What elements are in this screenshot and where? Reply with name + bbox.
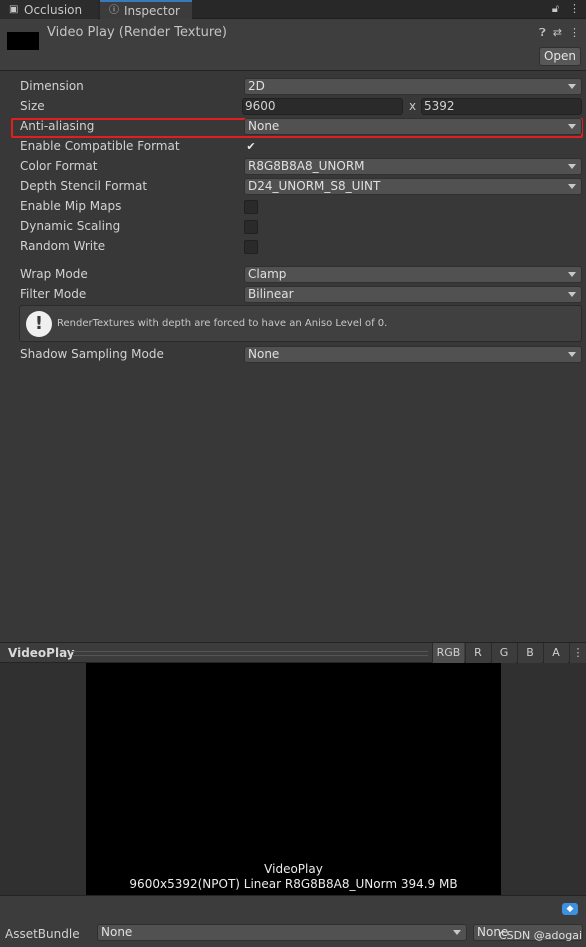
channel-rgb-button[interactable]: RGB xyxy=(432,643,464,663)
preview-menu-icon[interactable]: ⋮ xyxy=(569,643,586,663)
color-format-dropdown[interactable]: R8G8B8A8_UNORM xyxy=(244,158,582,175)
anti-aliasing-value: None xyxy=(248,119,280,133)
color-format-label: Color Format xyxy=(20,159,98,173)
dynamic-scaling-checkbox[interactable] xyxy=(244,220,258,234)
enable-mip-maps-checkbox[interactable] xyxy=(244,200,258,214)
wrap-mode-label: Wrap Mode xyxy=(20,267,88,281)
wrap-mode-dropdown[interactable]: Clamp xyxy=(244,266,582,283)
channel-a-button[interactable]: A xyxy=(543,643,568,663)
tab-occlusion[interactable]: ▣ Occlusion xyxy=(0,0,98,19)
anti-aliasing-dropdown[interactable]: None xyxy=(244,118,582,135)
random-write-label: Random Write xyxy=(20,239,106,253)
asset-bundle-bar: ◆ AssetBundle None None CSDN @adogai xyxy=(0,895,586,947)
chevron-down-icon xyxy=(568,184,576,189)
chevron-down-icon xyxy=(453,930,461,935)
preview-caption-info: 9600x5392(NPOT) Linear R8G8B8A8_UNorm 39… xyxy=(129,877,458,891)
channel-g-button[interactable]: G xyxy=(491,643,516,663)
row-enable-compatible-format: Enable Compatible Format ✔ xyxy=(0,137,586,157)
help-box: ! RenderTextures with depth are forced t… xyxy=(19,305,582,342)
kebab-menu-icon[interactable]: ⋮ xyxy=(569,26,580,40)
color-format-value: R8G8B8A8_UNORM xyxy=(248,159,365,173)
dimension-value: 2D xyxy=(248,79,265,93)
chevron-down-icon xyxy=(568,164,576,169)
channel-r-button[interactable]: R xyxy=(465,643,490,663)
tab-inspector-label: Inspector xyxy=(124,3,180,18)
tab-bar: ▣ Occlusion ⓘ Inspector 🔓︎ ⋮ xyxy=(0,0,586,19)
shadow-sampling-mode-value: None xyxy=(248,347,280,361)
random-write-checkbox[interactable] xyxy=(244,240,258,254)
asset-bundle-name-value: None xyxy=(101,925,133,939)
filter-mode-value: Bilinear xyxy=(248,287,294,301)
row-filter-mode: Filter Mode Bilinear xyxy=(0,285,586,305)
channel-b-button[interactable]: B xyxy=(517,643,542,663)
help-icon[interactable]: ❓︎ xyxy=(539,26,546,40)
asset-bundle-label: AssetBundle xyxy=(5,927,80,941)
chevron-down-icon xyxy=(568,272,576,277)
row-shadow-sampling-mode: Shadow Sampling Mode None xyxy=(0,345,586,365)
preview-title: VideoPlay xyxy=(8,646,75,660)
preview-caption-name: VideoPlay xyxy=(264,862,323,876)
depth-stencil-format-label: Depth Stencil Format xyxy=(20,179,148,193)
open-button[interactable]: Open xyxy=(539,47,581,66)
row-size: Size 9600 x 5392 xyxy=(0,97,586,117)
enable-mip-maps-label: Enable Mip Maps xyxy=(20,199,122,213)
warning-exclamation-icon: ! xyxy=(26,311,52,337)
depth-stencil-format-value: D24_UNORM_S8_UINT xyxy=(248,179,381,193)
asset-bundle-name-container: None xyxy=(97,924,467,942)
lock-icon[interactable]: 🔓︎ xyxy=(552,2,559,16)
shadow-sampling-mode-label: Shadow Sampling Mode xyxy=(20,347,164,361)
dimension-dropdown[interactable]: 2D xyxy=(244,78,582,95)
wrap-mode-value: Clamp xyxy=(248,267,287,281)
anti-aliasing-label: Anti-aliasing xyxy=(20,119,95,133)
texture-preview: VideoPlay 9600x5392(NPOT) Linear R8G8B8A… xyxy=(86,663,501,895)
shadow-sampling-mode-dropdown[interactable]: None xyxy=(244,346,582,363)
size-height-field[interactable]: 5392 xyxy=(421,98,582,115)
help-message: RenderTextures with depth are forced to … xyxy=(57,318,388,329)
row-color-format: Color Format R8G8B8A8_UNORM xyxy=(0,157,586,177)
size-label: Size xyxy=(20,99,45,113)
row-random-write: Random Write xyxy=(0,237,586,257)
dynamic-scaling-label: Dynamic Scaling xyxy=(20,219,121,233)
depth-stencil-format-dropdown[interactable]: D24_UNORM_S8_UINT xyxy=(244,178,582,195)
preview-header: VideoPlay RGB R G B A ⋮ xyxy=(0,642,586,663)
row-wrap-mode: Wrap Mode Clamp xyxy=(0,265,586,285)
more-menu-icon[interactable]: ⋮ xyxy=(569,2,580,16)
row-depth-stencil-format: Depth Stencil Format D24_UNORM_S8_UINT xyxy=(0,177,586,197)
tab-inspector[interactable]: ⓘ Inspector xyxy=(100,0,192,19)
tag-icon[interactable]: ◆ xyxy=(562,903,578,915)
row-dimension: Dimension 2D xyxy=(0,77,586,97)
row-dynamic-scaling: Dynamic Scaling xyxy=(0,217,586,237)
asset-title: Video Play (Render Texture) xyxy=(47,25,227,40)
enable-compatible-format-checkbox[interactable]: ✔ xyxy=(244,140,258,154)
tab-occlusion-label: Occlusion xyxy=(24,2,83,17)
dimension-label: Dimension xyxy=(20,79,84,93)
chevron-down-icon xyxy=(568,292,576,297)
row-anti-aliasing: Anti-aliasing None xyxy=(0,117,586,137)
header-icons: ❓︎ ⇄ ⋮ xyxy=(539,26,580,40)
preview-drag-handle[interactable] xyxy=(72,651,428,656)
row-enable-mip-maps: Enable Mip Maps xyxy=(0,197,586,217)
inspector-header: Video Play (Render Texture) ❓︎ ⇄ ⋮ Open xyxy=(0,19,586,71)
render-texture-thumbnail xyxy=(7,32,39,50)
chevron-down-icon xyxy=(568,352,576,357)
preview-area: VideoPlay 9600x5392(NPOT) Linear R8G8B8A… xyxy=(0,663,586,895)
watermark: CSDN @adogai xyxy=(498,929,582,942)
filter-mode-label: Filter Mode xyxy=(20,287,87,301)
size-width-field[interactable]: 9600 xyxy=(242,98,403,115)
chevron-down-icon xyxy=(568,84,576,89)
occlusion-icon: ▣ xyxy=(9,3,19,15)
enable-compatible-format-label: Enable Compatible Format xyxy=(20,139,180,153)
size-separator: x xyxy=(409,99,417,113)
chevron-down-icon xyxy=(568,124,576,129)
info-icon: ⓘ xyxy=(109,4,119,16)
presets-icon[interactable]: ⇄ xyxy=(553,26,562,40)
tab-bar-actions: 🔓︎ ⋮ xyxy=(552,2,580,16)
asset-bundle-name-dropdown[interactable]: None xyxy=(97,924,467,941)
filter-mode-dropdown[interactable]: Bilinear xyxy=(244,286,582,303)
